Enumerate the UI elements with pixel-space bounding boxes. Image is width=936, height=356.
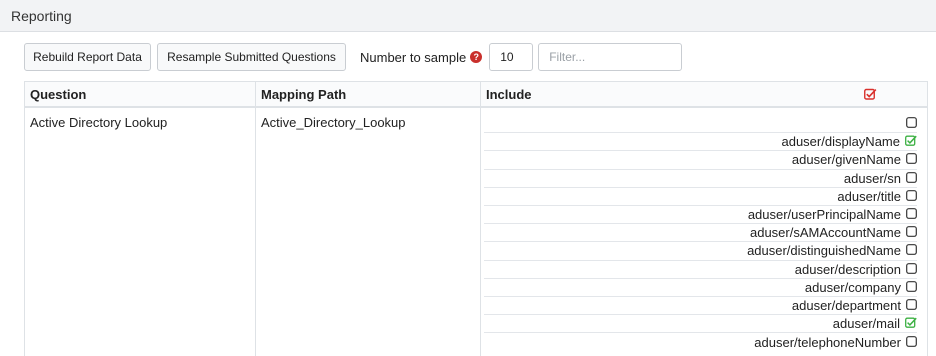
column-header-include[interactable]: Include	[481, 82, 927, 106]
include-list-item[interactable]: aduser/department	[484, 297, 917, 316]
checked-square-icon[interactable]	[905, 134, 917, 149]
rebuild-report-data-button[interactable]: Rebuild Report Data	[24, 43, 151, 71]
include-list-item[interactable]: aduser/title	[484, 188, 917, 206]
include-list: aduser/displayName aduser/givenName aduser…	[481, 108, 927, 356]
include-list-item[interactable]: aduser/telephoneNumber	[484, 333, 917, 351]
checked-square-icon[interactable]	[905, 316, 917, 331]
include-list-item[interactable]: aduser/givenName	[484, 151, 917, 170]
include-item-label: aduser/mail	[832, 316, 900, 332]
table-row: Active Directory Lookup Active_Directory…	[25, 108, 927, 356]
reporting-table: Question Mapping Path Include Active Dir…	[24, 81, 928, 356]
include-item-label: aduser/distinguishedName	[747, 243, 901, 259]
empty-square-icon[interactable]	[906, 335, 917, 350]
empty-square-icon[interactable]	[906, 298, 917, 313]
empty-square-icon[interactable]	[906, 171, 917, 186]
include-list-item[interactable]: aduser/mail	[484, 315, 917, 334]
empty-square-icon[interactable]	[906, 280, 917, 295]
column-header-question[interactable]: Question	[25, 82, 256, 106]
empty-square-icon[interactable]	[906, 262, 917, 277]
empty-square-icon[interactable]	[906, 207, 917, 222]
include-item-label: aduser/sAMAccountName	[749, 225, 901, 241]
column-header-mapping-path[interactable]: Mapping Path	[256, 82, 481, 106]
include-list-item[interactable]: aduser/distinguishedName	[484, 242, 917, 261]
include-item-label: aduser/department	[791, 297, 901, 313]
include-item-label: aduser/company	[804, 279, 901, 295]
filter-input[interactable]	[538, 43, 683, 71]
empty-square-icon[interactable]	[906, 225, 917, 240]
include-list-item[interactable]: aduser/sn	[484, 170, 917, 188]
include-list-item[interactable]: aduser/userPrincipalName	[484, 206, 917, 225]
include-list-item[interactable]: aduser/displayName	[484, 133, 917, 152]
page-header: Reporting	[0, 0, 936, 32]
empty-square-icon[interactable]	[906, 152, 917, 167]
include-header-label: Include	[486, 87, 532, 102]
question-cell: Active Directory Lookup	[25, 108, 256, 356]
include-item-label: aduser/givenName	[791, 152, 901, 168]
include-list-item[interactable]: aduser/sAMAccountName	[484, 224, 917, 243]
include-item-label: aduser/title	[837, 188, 901, 204]
number-to-sample-text: Number to sample	[360, 49, 467, 65]
empty-square-icon[interactable]	[906, 116, 917, 131]
number-to-sample-input[interactable]	[489, 43, 534, 71]
toolbar: Rebuild Report Data Resample Submitted Q…	[24, 43, 683, 71]
empty-square-icon[interactable]	[906, 243, 917, 258]
include-item-label: aduser/description	[794, 261, 901, 277]
empty-square-icon[interactable]	[906, 189, 917, 204]
question-circle-icon[interactable]: ?	[470, 51, 483, 63]
include-list-item[interactable]: aduser/company	[484, 279, 917, 297]
number-to-sample-label: Number to sample ?	[360, 49, 483, 65]
include-list-item[interactable]	[484, 115, 917, 134]
mapping-path-cell: Active_Directory_Lookup	[256, 108, 481, 356]
include-list-item[interactable]: aduser/description	[484, 261, 917, 279]
table-header: Question Mapping Path Include	[25, 81, 927, 108]
include-item-label: aduser/displayName	[781, 134, 900, 150]
resample-submitted-questions-button[interactable]: Resample Submitted Questions	[157, 43, 346, 71]
include-item-label: aduser/sn	[843, 170, 901, 186]
include-item-label: aduser/telephoneNumber	[754, 334, 901, 350]
page-title: Reporting	[11, 8, 72, 24]
include-all-checkbox-icon[interactable]	[864, 88, 877, 103]
include-item-label: aduser/userPrincipalName	[747, 207, 901, 223]
